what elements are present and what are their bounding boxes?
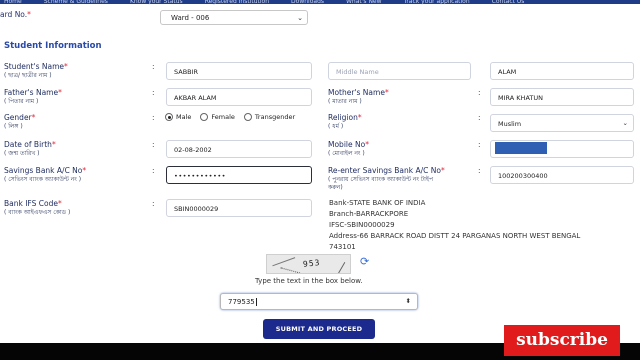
religion-select[interactable]: Muslim ⌄ (490, 114, 634, 132)
student-middle-name-input[interactable]: Middle Name (328, 62, 471, 80)
father-name-sublabel: ( পিতার নাম ) (4, 98, 39, 105)
student-first-name-input[interactable]: SABBIR (166, 62, 312, 80)
student-last-name-input[interactable]: ALAM (490, 62, 634, 80)
bank-branch: Branch-BARRACKPORE (329, 210, 409, 218)
nav-item-institution[interactable]: Registered Institution (205, 0, 269, 5)
captcha-hint: Type the text in the box below. (255, 277, 363, 285)
mother-name-input[interactable]: MIRA KHATUN (490, 88, 634, 106)
captcha-image: 953 (266, 254, 351, 274)
chevron-down-icon: ⌄ (297, 14, 303, 22)
colon: : (478, 166, 481, 175)
gender-sublabel: ( লিঙ্গ ) (4, 123, 23, 130)
ifsc-label: Bank IFS Code* (4, 199, 62, 208)
captcha-input[interactable]: 779535 ⬍ (220, 293, 418, 310)
mobile-label: Mobile No* (328, 140, 369, 149)
ward-label: ard No.* (0, 10, 31, 19)
colon: : (152, 113, 155, 122)
captcha-text: 953 (302, 258, 321, 269)
father-name-input[interactable]: AKBAR ALAM (166, 88, 312, 106)
bank-pincode: 743101 (329, 243, 356, 251)
mother-name-label: Mother's Name* (328, 88, 389, 97)
colon: : (152, 166, 155, 175)
student-name-sublabel: ( ছাত্র/ ছাত্রীর নাম ) (4, 72, 52, 79)
ifsc-input[interactable]: SBIN0000029 (166, 199, 312, 217)
section-title: Student Information (4, 41, 102, 51)
chevron-down-icon: ⌄ (622, 119, 628, 127)
top-nav: Home Scheme & Guidelines Know your Statu… (0, 0, 640, 5)
reenter-sublabel-line2: করুন) (328, 184, 343, 191)
bank-details: Bank-STATE BANK OF INDIA Branch-BARRACKP… (329, 198, 580, 253)
savings-label: Savings Bank A/C No* (4, 166, 87, 175)
colon: : (478, 113, 481, 122)
gender-option-label: Transgender (254, 113, 296, 121)
mobile-redaction (495, 142, 547, 154)
colon: : (152, 88, 155, 97)
reenter-label: Re-enter Savings Bank A/C No* (328, 166, 445, 175)
gender-radio-transgender[interactable] (243, 113, 252, 121)
colon: : (478, 88, 481, 97)
savings-account-input[interactable]: •••••••••••• (166, 166, 312, 184)
bank-address: Address-66 BARRACK ROAD DISTT 24 PARGANA… (329, 232, 581, 240)
nav-item-track[interactable]: Track your application (404, 0, 470, 5)
gender-radio-female[interactable] (200, 113, 209, 121)
mother-name-sublabel: ( মাতার নাম ) (328, 98, 362, 105)
nav-item-contact[interactable]: Contact Us (492, 0, 525, 5)
reenter-sublabel-line1: ( পুনরায় সেভিংস ব্যাংক অ্যাকাউন্ট নং টা… (328, 176, 434, 183)
nav-item-downloads[interactable]: Downloads (291, 0, 324, 5)
dob-input[interactable]: 02-08-2002 (166, 140, 312, 158)
colon: : (478, 140, 481, 149)
ifsc-sublabel: ( ব্যাংক আইএফএস কোড ) (4, 209, 71, 216)
colon: : (152, 62, 155, 71)
subscribe-badge: subscribe (504, 325, 620, 356)
father-name-label: Father's Name* (4, 88, 62, 97)
religion-label: Religion* (328, 113, 362, 122)
nav-item-home[interactable]: Home (4, 0, 22, 5)
captcha-input-value: 779535 (228, 298, 255, 306)
bank-ifsc: IFSC-SBIN0000029 (329, 221, 395, 229)
religion-sublabel: ( ধর্ম ) (328, 123, 344, 130)
religion-select-value: Muslim (498, 120, 522, 128)
colon: : (152, 199, 155, 208)
submit-and-proceed-button[interactable]: SUBMIT AND PROCEED (263, 319, 375, 339)
nav-item-whats-new[interactable]: What's New (346, 0, 382, 5)
savings-sublabel: ( সেভিংস ব্যাংক অ্যাকাউন্ট নং ) (4, 176, 82, 183)
spinner-icon: ⬍ (405, 297, 411, 305)
nav-item-schemes[interactable]: Scheme & Guidelines (44, 0, 108, 5)
gender-radio-group: Male Female Transgender (165, 113, 301, 121)
ward-select-value: Ward - 006 (171, 14, 210, 22)
gender-option-label: Male (176, 113, 192, 121)
colon: : (152, 140, 155, 149)
gender-radio-male[interactable] (165, 113, 173, 121)
gender-label: Gender* (4, 113, 36, 122)
dob-label: Date of Birth* (4, 140, 56, 149)
student-name-label: Student's Name* (4, 62, 68, 71)
mobile-sublabel: ( মোবাইল নং ) (328, 150, 365, 157)
ward-select[interactable]: Ward - 006 ⌄ (160, 10, 308, 25)
dob-sublabel: ( জন্ম তারিখ ) (4, 150, 40, 157)
refresh-icon[interactable]: ⟳ (360, 255, 369, 268)
reenter-account-input[interactable]: 100200300400 (490, 166, 634, 184)
bank-name: Bank-STATE BANK OF INDIA (329, 199, 426, 207)
gender-option-label: Female (211, 113, 235, 121)
nav-item-status[interactable]: Know your Status (130, 0, 183, 5)
